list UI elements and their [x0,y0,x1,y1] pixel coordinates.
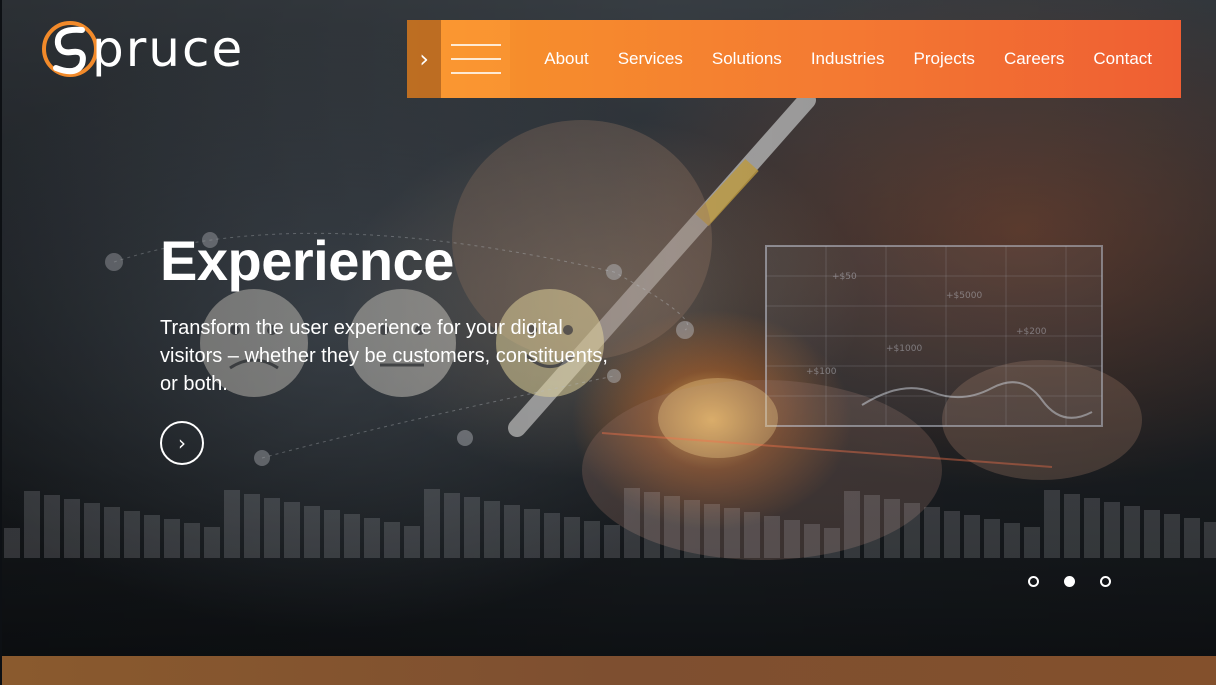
equalizer-bar [724,508,740,558]
equalizer-bar [744,512,760,558]
equalizer-bar [964,515,980,558]
equalizer-bar [804,524,820,558]
equalizer-bar [624,488,640,558]
menu-button[interactable] [441,20,511,98]
equalizer-bar [864,495,880,558]
equalizer-bar [1124,506,1140,558]
equalizer-bar [424,489,440,558]
slider-dot-2[interactable] [1064,576,1075,587]
equalizer-bar [284,502,300,558]
hero-title: Experience [160,229,454,292]
equalizer-bar [944,511,960,558]
equalizer-bar [1064,494,1080,558]
nav-toggle-button[interactable]: › [407,20,442,98]
equalizer-bar [824,528,840,558]
equalizer-bar [4,528,20,558]
equalizer-bar [364,518,380,558]
equalizer-bar [404,526,420,558]
equalizer-bar [1044,490,1060,558]
equalizer-bar [444,493,460,558]
chevron-right-icon: › [419,45,430,73]
equalizer-bar [844,491,860,558]
equalizer-bar [1104,502,1120,558]
hamburger-line [450,58,501,60]
equalizer-bar [264,498,280,558]
equalizer-bar [1024,527,1040,558]
slider-dot-1[interactable] [1028,576,1039,587]
main-navigation: › About Services Solutions Industries Pr… [407,20,1181,98]
equalizer-bar [564,517,580,558]
equalizer-bar [104,507,120,558]
equalizer-bar [924,507,940,558]
equalizer-bar [1084,498,1100,558]
equalizer-bar [1204,522,1216,558]
equalizer-bar [544,513,560,558]
equalizer-bar [484,501,500,558]
equalizer-bar [504,505,520,558]
next-section-strip [2,656,1216,685]
equalizer-bar [164,519,180,558]
equalizer-bar [304,506,320,558]
nav-link-projects[interactable]: Projects [914,49,975,69]
equalizer-bar [224,490,240,558]
equalizer-bar [1004,523,1020,558]
equalizer-bar [84,503,100,558]
decorative-equalizer-bars [4,488,1216,558]
equalizer-bar [904,503,920,558]
equalizer-bar [64,499,80,558]
equalizer-bar [24,491,40,558]
hamburger-line [450,72,501,74]
nav-link-about[interactable]: About [544,49,588,69]
nav-link-solutions[interactable]: Solutions [712,49,782,69]
equalizer-bar [44,495,60,558]
logo[interactable]: pruce [42,18,244,80]
equalizer-bar [124,511,140,558]
equalizer-bar [1144,510,1160,558]
slider-pagination [1028,576,1111,587]
hamburger-line [450,44,501,46]
equalizer-bar [784,520,800,558]
logo-wordmark: pruce [92,20,245,78]
equalizer-bar [584,521,600,558]
chevron-right-icon: › [178,431,186,455]
nav-link-careers[interactable]: Careers [1004,49,1064,69]
equalizer-bar [524,509,540,558]
equalizer-bar [324,510,340,558]
page-frame: +$50 +$5000 +$1000 +$100 +$200 pruce › [2,0,1216,685]
nav-link-industries[interactable]: Industries [811,49,885,69]
equalizer-bar [184,523,200,558]
equalizer-bar [144,515,160,558]
slider-dot-3[interactable] [1100,576,1111,587]
equalizer-bar [664,496,680,558]
equalizer-bar [884,499,900,558]
nav-links: About Services Solutions Industries Proj… [544,49,1181,69]
hero-description: Transform the user experience for your d… [160,317,608,395]
equalizer-bar [1184,518,1200,558]
equalizer-bar [704,504,720,558]
equalizer-bar [604,525,620,558]
equalizer-bar [384,522,400,558]
hero-cta-button[interactable]: › [160,421,204,465]
equalizer-bar [1164,514,1180,558]
nav-link-contact[interactable]: Contact [1093,49,1152,69]
equalizer-bar [244,494,260,558]
equalizer-bar [764,516,780,558]
nav-link-services[interactable]: Services [618,49,683,69]
equalizer-bar [984,519,1000,558]
equalizer-bar [464,497,480,558]
equalizer-bar [644,492,660,558]
equalizer-bar [684,500,700,558]
equalizer-bar [204,527,220,558]
equalizer-bar [344,514,360,558]
